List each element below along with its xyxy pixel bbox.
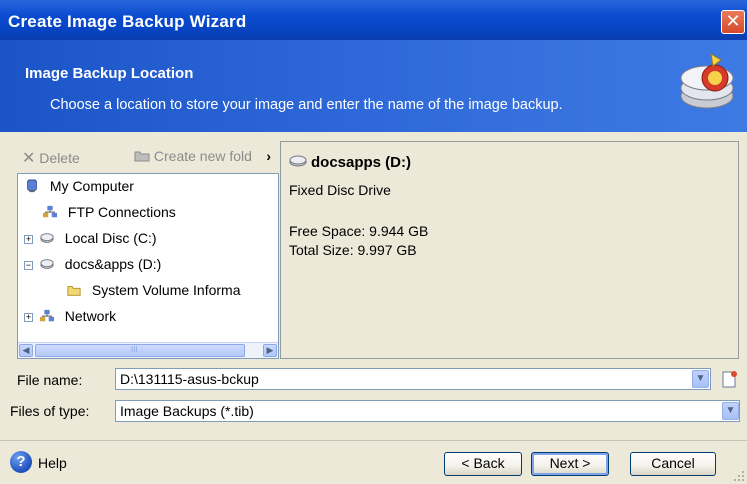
wizard-header: Image Backup Location Choose a location … — [0, 40, 747, 132]
title-bar: Create Image Backup Wizard ✕ — [0, 0, 747, 40]
tree-item-local-disc-c[interactable]: + Local Disc (C:) — [24, 230, 157, 246]
header-title: Image Backup Location — [25, 65, 194, 82]
tree-item-my-computer[interactable]: My Computer — [24, 178, 134, 194]
file-type-select[interactable]: Image Backups (*.tib) — [115, 400, 740, 422]
resize-grip-icon[interactable] — [733, 470, 745, 482]
network-icon — [39, 309, 54, 322]
computer-icon — [27, 179, 37, 193]
scroll-right-icon[interactable]: ▶ — [263, 344, 277, 357]
close-button[interactable]: ✕ — [721, 10, 745, 34]
total-size: Total Size: 9.997 GB — [289, 242, 417, 258]
window-title: Create Image Backup Wizard — [8, 12, 247, 31]
back-button[interactable]: < Back — [444, 452, 522, 476]
tree-item-system-volume-information[interactable]: System Volume Informa — [66, 282, 241, 298]
backup-wizard-icon — [680, 53, 734, 109]
new-folder-icon — [134, 148, 150, 164]
tree-item-docs-apps-d[interactable]: − docs&apps (D:) — [24, 256, 161, 272]
create-folder-button[interactable]: Create new fold — [134, 148, 252, 164]
file-type-dropdown-icon[interactable]: ▼ — [722, 402, 739, 420]
file-name-dropdown-icon[interactable]: ▼ — [692, 370, 709, 388]
drive-icon — [289, 155, 307, 167]
drive-icon — [40, 233, 54, 243]
help-icon[interactable]: ? — [10, 451, 32, 473]
drive-icon — [40, 259, 54, 269]
tree-item-ftp-connections[interactable]: FTP Connections — [42, 204, 176, 220]
file-name-input[interactable]: D:\131115-asus-bckup — [115, 368, 711, 390]
file-type-label: Files of type: — [10, 403, 90, 419]
next-button[interactable]: Next > — [531, 452, 609, 476]
scroll-thumb[interactable]: III — [35, 344, 245, 357]
delete-button[interactable]: ✕ Delete — [22, 148, 80, 168]
folder-tree[interactable]: My Computer FTP Connections + Local Disc… — [17, 173, 279, 359]
scroll-grip: III — [131, 345, 138, 354]
scroll-left-icon[interactable]: ◀ — [19, 344, 33, 357]
free-space: Free Space: 9.944 GB — [289, 223, 429, 239]
network-icon — [43, 205, 57, 218]
file-name-label: File name: — [17, 372, 83, 388]
header-subtitle: Choose a location to store your image an… — [50, 97, 563, 113]
tree-item-network[interactable]: + Network — [24, 308, 116, 324]
help-link[interactable]: Help — [38, 455, 67, 471]
toolbar-overflow-chevron-icon[interactable]: › — [266, 148, 271, 164]
new-file-icon[interactable] — [719, 369, 739, 389]
delete-icon: ✕ — [22, 150, 36, 167]
drive-title: docsapps (D:) — [289, 154, 411, 171]
cancel-button[interactable]: Cancel — [630, 452, 716, 476]
expand-icon[interactable]: + — [24, 235, 33, 244]
horizontal-scrollbar[interactable]: ◀ III ▶ — [18, 342, 278, 358]
drive-info-panel: docsapps (D:) Fixed Disc Drive Free Spac… — [280, 141, 739, 359]
drive-type: Fixed Disc Drive — [289, 182, 391, 198]
folder-toolbar: ✕ Delete Create new fold › — [22, 148, 277, 168]
folder-icon — [67, 286, 81, 296]
collapse-icon[interactable]: − — [24, 261, 33, 270]
expand-icon[interactable]: + — [24, 313, 33, 322]
